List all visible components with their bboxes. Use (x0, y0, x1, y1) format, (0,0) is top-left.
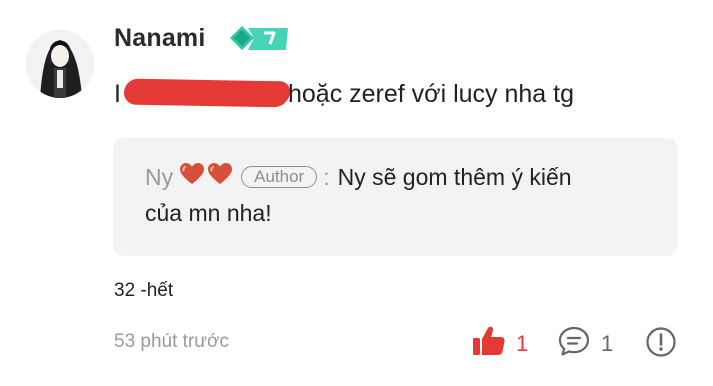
footer-note: 32 -hết (114, 280, 174, 301)
comment-bubble-icon (557, 325, 591, 362)
reply-preview[interactable]: Ny Author : Ny sẽ gom thêm ý kiến của mn… (113, 138, 677, 256)
reply-text-line1: Ny sẽ gom thêm ý kiến (337, 163, 572, 190)
avatar[interactable] (26, 30, 94, 98)
comment-count: 1 (601, 330, 614, 356)
author-badge: Author (241, 166, 318, 188)
redaction-mark (123, 78, 291, 108)
like-button[interactable]: 1 (472, 325, 528, 362)
comment-text-rest: hoặc zeref với lucy nha tg (288, 80, 574, 108)
level-badge-icon (230, 24, 292, 52)
username[interactable]: Nanami (114, 24, 206, 53)
timestamp: 53 phút trước (114, 331, 229, 352)
reply-line: Ny Author : Ny sẽ gom thêm ý kiến (145, 162, 572, 192)
like-count: 1 (516, 330, 529, 356)
reply-author-name[interactable]: Ny (145, 164, 173, 191)
heart-icon (179, 162, 205, 192)
reply-separator: : (323, 163, 330, 190)
reply-button[interactable]: 1 (557, 325, 613, 362)
thumbs-up-icon (472, 325, 506, 362)
info-circle-icon[interactable] (645, 326, 677, 363)
reply-text-line2: của mn nha! (145, 200, 272, 226)
avatar-image (26, 30, 94, 98)
heart-icon (207, 162, 233, 192)
